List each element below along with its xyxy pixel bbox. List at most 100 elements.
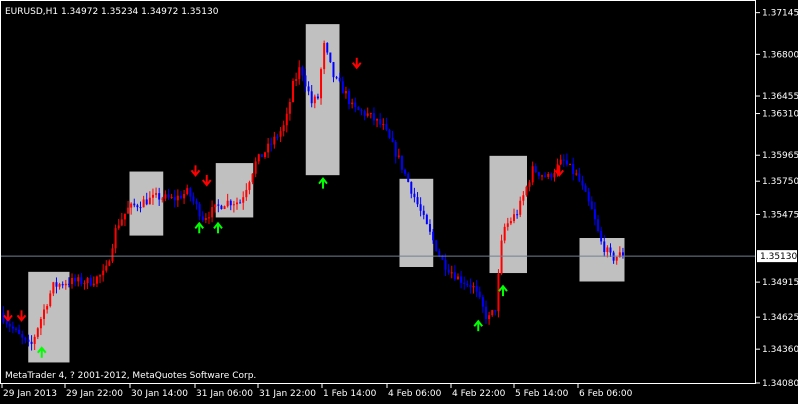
range-box-5	[489, 155, 527, 274]
candle-body	[363, 111, 366, 116]
candle-body	[456, 276, 459, 280]
candle-body	[484, 306, 487, 320]
candle-body	[547, 173, 550, 177]
candle-body	[211, 207, 214, 218]
candle-body	[578, 173, 581, 181]
candle-body	[30, 341, 33, 344]
candle-body	[360, 109, 363, 112]
candle-body	[117, 225, 120, 229]
candle-body	[161, 198, 164, 200]
candle-body	[142, 199, 145, 208]
current-price-label: 1.35130	[760, 252, 797, 262]
candle-body	[80, 277, 83, 284]
candle-body	[372, 113, 375, 121]
range-box-4	[399, 178, 434, 267]
candle-body	[183, 193, 186, 199]
candle-body	[245, 189, 248, 198]
y-tick-label: 1.34360	[762, 345, 798, 355]
candle-body	[481, 297, 484, 307]
candle-body	[95, 276, 98, 284]
candle-body	[120, 219, 123, 226]
candle-body	[310, 91, 313, 104]
candle-body	[39, 319, 42, 329]
candle-body	[8, 323, 11, 327]
candle-body	[534, 166, 537, 173]
candle-body	[99, 275, 102, 277]
x-tick-label: 4 Feb 22:00	[452, 389, 506, 399]
candle-body	[226, 200, 229, 207]
candle-body	[313, 96, 316, 104]
candle-body	[220, 205, 223, 210]
candle-body	[391, 137, 394, 142]
candle-body	[335, 77, 338, 79]
candle-body	[444, 259, 447, 270]
candle-body	[320, 69, 323, 99]
candle-body	[52, 282, 55, 294]
candle-body	[509, 221, 512, 224]
candle-body	[130, 203, 133, 208]
y-tick-label: 1.37145	[762, 9, 798, 19]
candle-body	[111, 248, 114, 262]
candle-body	[351, 102, 354, 105]
candle-body	[528, 182, 531, 187]
candle-body	[254, 161, 257, 174]
candle-body	[242, 197, 245, 203]
candle-body	[428, 223, 431, 232]
candle-body	[531, 166, 534, 183]
x-tick-label: 4 Feb 06:00	[388, 389, 442, 399]
candle-body	[488, 315, 491, 320]
range-box-6	[579, 238, 625, 282]
candle-body	[276, 136, 279, 138]
y-tick-label: 1.36310	[762, 110, 798, 120]
candle-body	[123, 213, 126, 220]
candle-body	[33, 336, 36, 344]
candle-body	[204, 217, 207, 221]
candle-body	[49, 293, 52, 307]
chart-window[interactable]: 1.37145 1.36800 1.36455 1.36310 1.35965 1.357…	[0, 0, 798, 400]
x-tick-label: 29 Jan 2013	[3, 389, 57, 399]
candle-body	[419, 204, 422, 211]
candle-body	[295, 79, 298, 81]
y-tick-label: 1.34625	[762, 313, 798, 323]
candle-body	[18, 329, 21, 335]
candle-body	[494, 310, 497, 312]
candle-body	[89, 277, 92, 286]
candle-body	[385, 123, 388, 130]
candle-body	[544, 175, 547, 177]
candle-body	[572, 163, 575, 175]
candle-body	[136, 205, 139, 208]
candle-body	[235, 202, 238, 205]
candle-body	[198, 204, 201, 217]
candle-body	[105, 265, 108, 271]
candle-body	[61, 284, 64, 286]
candle-body	[460, 276, 463, 283]
candle-body	[416, 197, 419, 205]
candle-body	[167, 194, 170, 198]
chart-header: EURUSD,H1 1.34972 1.35234 1.34972 1.3513…	[5, 7, 219, 17]
candle-body	[491, 310, 494, 316]
candle-body	[189, 188, 192, 197]
candle-body	[338, 77, 341, 82]
candle-body	[155, 193, 158, 195]
candle-body	[432, 231, 435, 241]
y-tick-label: 1.34915	[762, 278, 798, 288]
candle-body	[46, 306, 49, 310]
price-chart[interactable]: 1.37145 1.36800 1.36455 1.36310 1.35965 1.357…	[0, 0, 798, 400]
candle-body	[519, 200, 522, 215]
candle-body	[323, 43, 326, 70]
candle-body	[114, 228, 117, 249]
x-tick-label: 5 Feb 14:00	[515, 389, 569, 399]
candle-body	[92, 283, 95, 286]
y-tick-label: 1.35475	[762, 210, 798, 220]
candle-body	[550, 173, 553, 178]
x-tick-label: 29 Jan 22:00	[66, 389, 123, 399]
candle-body	[450, 272, 453, 274]
candle-body	[24, 337, 27, 340]
candle-body	[497, 273, 500, 312]
candle-body	[264, 152, 267, 158]
candle-body	[587, 191, 590, 202]
candle-body	[170, 196, 173, 198]
candle-body	[615, 257, 618, 261]
candle-body	[86, 277, 89, 284]
candle-body	[388, 129, 391, 138]
